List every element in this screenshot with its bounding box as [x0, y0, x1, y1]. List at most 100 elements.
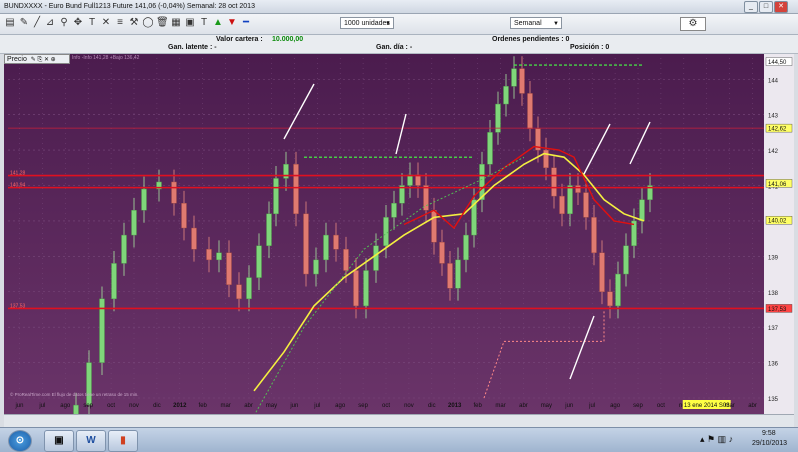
candle-body [181, 203, 187, 229]
y-tick-label: 142 [768, 149, 779, 155]
y-tick-label: 139 [768, 255, 779, 261]
candle-body [171, 181, 177, 204]
time-axis-scroll[interactable] [4, 414, 794, 427]
explorer-taskbar-icon[interactable]: ▣ [44, 430, 74, 452]
chart-legend: Info -Info 141,28 +Bajo 136,42 [72, 55, 140, 61]
candle-body [216, 252, 222, 261]
candle-body [455, 259, 461, 289]
x-tick-label: dic [153, 403, 161, 409]
x-tick-label: feb [473, 403, 482, 409]
line-icon[interactable]: ╱ [31, 17, 43, 29]
chart-icon[interactable]: ▤ [4, 17, 16, 29]
candle-body [407, 174, 413, 186]
title-bar: BUNDXXXX - Euro Bund Full1213 Future 141… [0, 0, 798, 14]
x-tick-label: mar [220, 403, 230, 409]
account-info-bar: Valor cartera : 10.000,00 Ordenes pendie… [0, 35, 798, 54]
candle-body [86, 362, 92, 406]
candle-body [373, 245, 379, 271]
x-tick-label: nov [404, 403, 414, 409]
x-tick-label: 2012 [173, 403, 187, 409]
x-tick-label: ago [60, 403, 71, 409]
candle-body [431, 210, 437, 243]
posicion-label: Posición : 0 [570, 44, 610, 51]
x-tick-label: jul [313, 403, 320, 409]
period-select[interactable]: Semanal ▼ [510, 17, 562, 29]
trash-icon[interactable]: 🗑 [156, 17, 169, 29]
close-button[interactable]: ✕ [774, 1, 788, 13]
candle-body [363, 270, 369, 307]
valor-value: 10.000,00 [272, 36, 304, 43]
level-label: 140,94 [10, 183, 26, 189]
prorealtime-taskbar-icon[interactable]: ▮ [108, 430, 138, 452]
pencil-icon[interactable]: ✎ [18, 17, 30, 29]
buy-arrow-icon[interactable]: ▲ [212, 17, 224, 29]
x-tick-label: oct [107, 403, 115, 409]
candle-body [639, 199, 645, 222]
start-button[interactable]: ⊙ [8, 430, 32, 452]
candle-body [313, 259, 319, 275]
candle-body [615, 273, 621, 307]
x-tick-label: jun [289, 403, 298, 409]
price-chart[interactable]: 144143142141140139138137136135junjulagos… [4, 54, 794, 452]
candle-body [599, 252, 605, 292]
text-box-icon[interactable]: T [198, 17, 210, 29]
quantity-select[interactable]: 1000 unidades ▼ [340, 17, 394, 29]
image-icon[interactable]: ▣ [184, 17, 196, 29]
candle-body [511, 68, 517, 87]
candle-body [543, 149, 549, 168]
y-tick-label: 135 [768, 397, 779, 403]
x-tick-label: may [266, 403, 277, 409]
y-tick-label: 144 [768, 78, 779, 84]
x-tick-label: mar [495, 403, 505, 409]
zoom-icon[interactable]: ⚲ [58, 17, 70, 29]
candle-body [623, 245, 629, 275]
candle-body [607, 291, 613, 307]
candle-body [527, 93, 533, 130]
x-tick-label: sep [633, 403, 643, 409]
candle-body [236, 284, 242, 300]
y-tick-label: 143 [768, 114, 779, 120]
clock-time: 9:58 [762, 430, 776, 437]
hand-icon[interactable]: ✥ [72, 17, 84, 29]
candle-body [353, 270, 359, 307]
text-icon[interactable]: T [86, 17, 98, 29]
x-tick-label: 2013 [448, 403, 462, 409]
tool-icon[interactable]: ⚒ [128, 17, 140, 29]
x-tick-label: dic [428, 403, 436, 409]
taskbar: ⊙ ▣ W ▮ ▴ ⚑ ▥ ♪ 9:58 29/10/2013 [0, 427, 798, 452]
chart-header: Precio ✎ ⎘ ✕ ⊕ [4, 54, 70, 64]
price-axis-label: 140,02 [768, 219, 787, 225]
minimize-button[interactable]: _ [744, 1, 758, 13]
chart-label: Precio [7, 56, 27, 63]
horizontal-line-icon[interactable]: ━ [240, 17, 252, 29]
grid-icon[interactable]: ▦ [170, 17, 182, 29]
x-tick-label: abr [748, 403, 757, 409]
candle-body [551, 167, 557, 197]
cross-icon[interactable]: ✕ [100, 17, 112, 29]
candle-body [121, 234, 127, 264]
candle-body [415, 174, 421, 186]
x-tick-label: sep [83, 403, 93, 409]
maximize-button[interactable]: □ [759, 1, 773, 13]
y-tick-label: 138 [768, 291, 779, 297]
ordenes-label: Ordenes pendientes : 0 [492, 36, 570, 43]
candle-body [503, 86, 509, 105]
x-tick-label: feb [199, 403, 208, 409]
fib-icon[interactable]: ≡ [114, 17, 126, 29]
x-tick-label: abr [519, 403, 528, 409]
chart-settings-icon[interactable]: ⚙ [680, 17, 706, 31]
word-taskbar-icon[interactable]: W [76, 430, 106, 452]
tray-icons[interactable]: ▴ ⚑ ▥ ♪ [700, 434, 733, 445]
candle-body [111, 263, 117, 300]
price-axis-label: 142,62 [768, 127, 787, 133]
sell-arrow-icon[interactable]: ▼ [226, 17, 238, 29]
clock-date: 29/10/2013 [752, 440, 788, 447]
ruler-icon[interactable]: ⊿ [44, 17, 56, 29]
x-tick-label: 13 ene 2014 S03 [684, 403, 730, 409]
candle-body [567, 185, 573, 215]
ellipse-icon[interactable]: ◯ [142, 17, 154, 29]
x-tick-label: nov [129, 403, 139, 409]
y-tick-label: 137 [768, 326, 779, 332]
chart-svg: 144143142141140139138137136135junjulagos… [4, 54, 794, 452]
candle-body [293, 164, 299, 215]
